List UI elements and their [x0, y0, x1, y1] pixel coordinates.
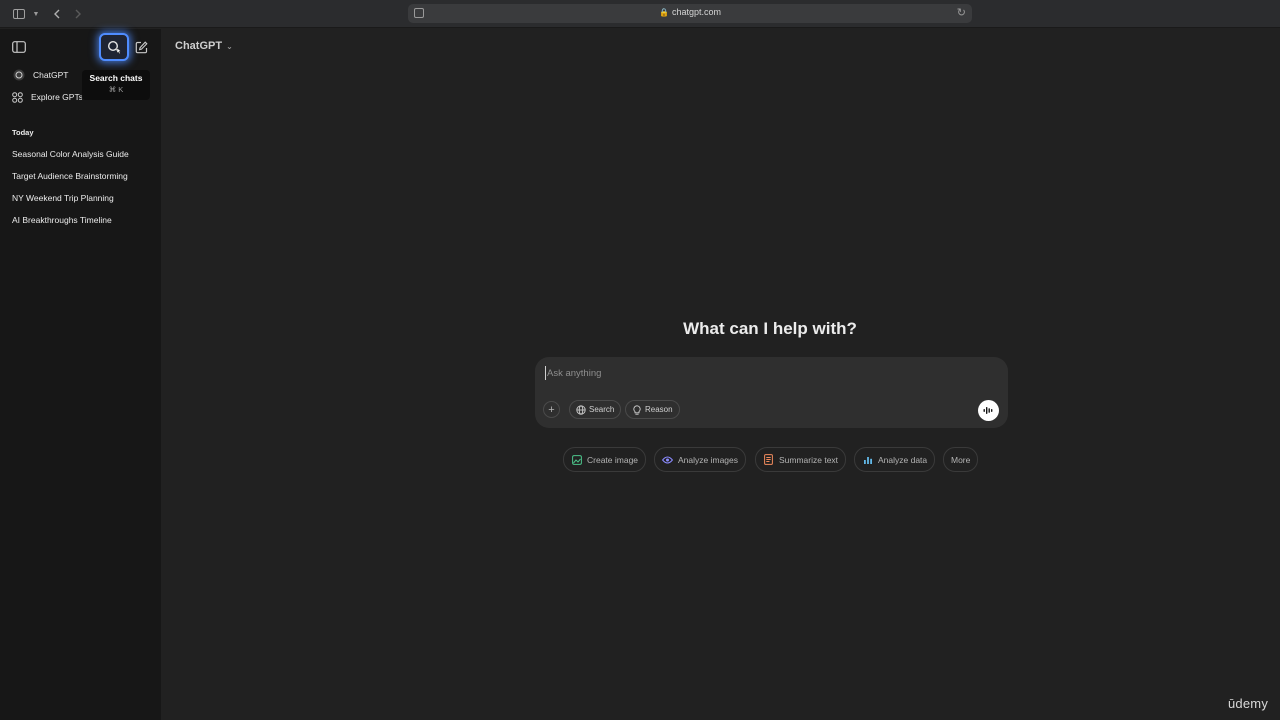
suggestion-label: More	[951, 454, 971, 465]
search-chats-button[interactable]	[99, 33, 129, 61]
url-text: 🔒 chatgpt.com	[408, 7, 972, 17]
reload-icon[interactable]: ↻	[957, 6, 966, 19]
prompt-input[interactable]	[545, 366, 965, 380]
suggestion-analyze-images[interactable]: Analyze images	[654, 447, 747, 472]
attach-button[interactable]: +	[543, 401, 560, 418]
search-toggle-label: Search	[589, 405, 615, 414]
suggestion-analyze-data[interactable]: Analyze data	[854, 447, 936, 472]
lock-icon: 🔒	[659, 8, 669, 17]
suggestion-label: Analyze data	[878, 454, 928, 465]
reason-toggle-button[interactable]: Reason	[625, 400, 680, 419]
search-toggle-button[interactable]: Search	[569, 400, 622, 419]
history-item[interactable]: Seasonal Color Analysis Guide	[12, 149, 152, 159]
forward-icon[interactable]	[71, 7, 85, 21]
main-panel: ChatGPT ⌄ What can I help with? + Search…	[161, 29, 1280, 720]
history-item[interactable]: Target Audience Brainstorming	[12, 171, 135, 181]
suggestion-label: Create image	[587, 454, 639, 465]
history-item[interactable]: NY Weekend Trip Planning	[12, 193, 152, 203]
udemy-watermark: ūdemy	[1228, 696, 1269, 711]
new-chat-icon[interactable]	[132, 38, 150, 56]
history-item[interactable]: AI Breakthroughs Timeline	[12, 215, 152, 225]
voice-mode-button[interactable]	[978, 400, 999, 421]
chatgpt-logo-icon	[12, 69, 25, 82]
tooltip-shortcut: ⌘ K	[108, 85, 124, 94]
document-icon	[763, 454, 774, 465]
model-picker[interactable]: ChatGPT ⌄	[175, 40, 233, 52]
page-title: What can I help with?	[683, 319, 857, 338]
sidebar-item-explore-gpts[interactable]: Explore GPTs	[12, 89, 82, 105]
lightbulb-icon	[632, 404, 642, 415]
sidebar-item-label: Explore GPTs	[31, 92, 82, 102]
grid-icon	[12, 91, 23, 104]
image-icon	[571, 454, 582, 465]
tooltip-title: Search chats	[89, 73, 143, 83]
model-picker-label: ChatGPT	[175, 40, 223, 52]
suggestion-label: Analyze images	[678, 454, 739, 465]
suggestion-more[interactable]: More	[943, 447, 979, 472]
composer: + Search Reason	[535, 357, 1008, 428]
address-bar[interactable]: 🔒 chatgpt.com ↻	[408, 4, 972, 23]
sidebar-toggle-icon[interactable]	[12, 7, 26, 21]
waveform-icon	[983, 407, 993, 414]
chevron-down-icon: ⌄	[226, 41, 233, 51]
sidebar-item-chatgpt[interactable]: ChatGPT	[12, 67, 68, 83]
suggestion-summarize-text[interactable]: Summarize text	[755, 447, 847, 472]
suggestion-create-image[interactable]: Create image	[563, 447, 647, 472]
plus-icon: +	[548, 403, 555, 416]
search-icon	[107, 40, 121, 54]
globe-icon	[576, 404, 586, 415]
search-chats-tooltip: Search chats ⌘ K	[82, 70, 150, 100]
sidebar: Search chats ⌘ K ChatGPT Explore GPTs To…	[0, 29, 161, 720]
chevron-down-icon[interactable]: ▼	[29, 7, 43, 21]
section-label-today: Today	[12, 128, 34, 137]
browser-toolbar: ▼ 🔒 chatgpt.com ↻	[0, 0, 1280, 28]
sidebar-item-label: ChatGPT	[33, 70, 69, 80]
eye-icon	[662, 454, 673, 465]
suggestion-label: Summarize text	[779, 454, 839, 465]
close-sidebar-icon[interactable]	[10, 38, 28, 56]
url-label: chatgpt.com	[671, 7, 721, 17]
back-icon[interactable]	[50, 7, 64, 21]
bar-chart-icon	[862, 454, 873, 465]
reason-toggle-label: Reason	[645, 405, 673, 414]
